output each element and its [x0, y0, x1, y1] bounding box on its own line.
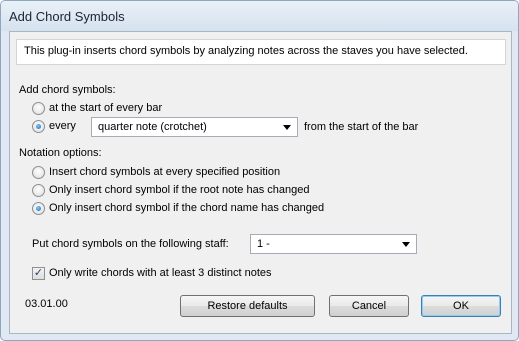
distinct-notes-label[interactable]: Only write chords with at least 3 distin…	[49, 267, 272, 279]
interval-select-value: quarter note (crotchet)	[98, 121, 207, 133]
chevron-down-icon	[402, 242, 410, 247]
intro-text: This plug-in inserts chord symbols by an…	[24, 45, 468, 57]
restore-defaults-button[interactable]: Restore defaults	[180, 295, 315, 317]
interval-select[interactable]: quarter note (crotchet)	[91, 117, 298, 137]
radio-notation-name-changed[interactable]	[32, 202, 45, 215]
title-bar[interactable]: Add Chord Symbols	[1, 1, 518, 31]
from-start-of-bar-label: from the start of the bar	[304, 121, 419, 133]
ok-button[interactable]: OK	[421, 295, 501, 317]
notation-options-label: Notation options:	[19, 147, 102, 159]
chevron-down-icon	[283, 125, 291, 130]
window-title: Add Chord Symbols	[9, 9, 125, 24]
staff-label: Put chord symbols on the following staff…	[32, 238, 229, 250]
dialog-content: This plug-in inserts chord symbols by an…	[9, 31, 512, 334]
radio-start-of-bar[interactable]	[32, 102, 45, 115]
staff-select[interactable]: 1 -	[250, 234, 417, 254]
radio-notation-root-changed[interactable]	[32, 184, 45, 197]
checkmark-icon: ✓	[33, 267, 44, 279]
dialog-window: Add Chord Symbols This plug-in inserts c…	[0, 0, 519, 341]
radio-notation-every-position-label[interactable]: Insert chord symbols at every specified …	[49, 166, 280, 178]
intro-panel: This plug-in inserts chord symbols by an…	[16, 39, 506, 65]
radio-notation-name-changed-label[interactable]: Only insert chord symbol if the chord na…	[49, 202, 324, 214]
cancel-button[interactable]: Cancel	[329, 295, 409, 317]
add-chord-symbols-label: Add chord symbols:	[19, 84, 116, 96]
version-text: 03.01.00	[25, 298, 68, 310]
distinct-notes-checkbox[interactable]: ✓	[32, 267, 45, 280]
radio-selected-dot	[36, 206, 41, 211]
staff-select-value: 1 -	[257, 238, 270, 250]
radio-every-label[interactable]: every	[49, 120, 76, 132]
radio-every[interactable]	[32, 120, 45, 133]
radio-start-of-bar-label[interactable]: at the start of every bar	[49, 102, 162, 114]
radio-notation-root-changed-label[interactable]: Only insert chord symbol if the root not…	[49, 184, 309, 196]
radio-notation-every-position[interactable]	[32, 166, 45, 179]
radio-selected-dot	[36, 124, 41, 129]
